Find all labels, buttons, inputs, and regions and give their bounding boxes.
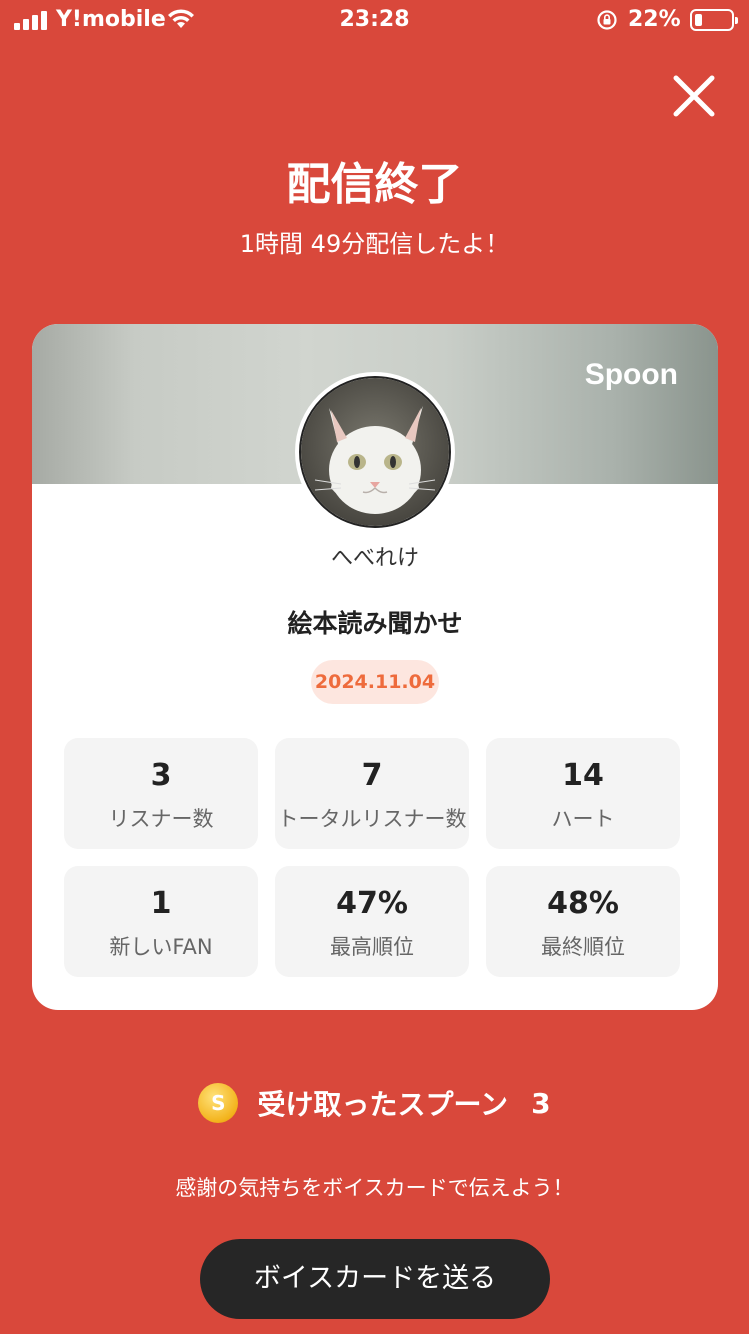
battery-icon — [690, 9, 738, 31]
stat-best-rank: 47% 最高順位 — [275, 866, 469, 977]
stat-label: ハート — [551, 807, 615, 831]
username: へべれけ — [330, 546, 419, 571]
stat-value: 3 — [150, 758, 172, 793]
brand-logo: Spoon — [584, 358, 678, 391]
stat-label: 最高順位 — [330, 935, 414, 959]
avatar — [295, 372, 455, 532]
stat-value: 47% — [336, 886, 408, 921]
stat-value: 14 — [562, 758, 604, 793]
status-bar: Y!mobile 23:28 22% — [0, 0, 749, 40]
stat-label: 新しいFAN — [109, 935, 213, 959]
received-spoons: S 受け取ったスプーン 3 — [0, 1083, 749, 1127]
stat-final-rank: 48% 最終順位 — [486, 866, 680, 977]
stat-listeners: 3 リスナー数 — [64, 738, 258, 849]
cat-avatar-image — [301, 378, 449, 526]
stats-grid: 3 リスナー数 7 トータルリスナー数 14 ハート 1 新しいFAN 47% … — [64, 738, 680, 977]
received-spoons-count: 3 — [531, 1086, 551, 1120]
stream-title: 絵本読み聞かせ — [287, 609, 463, 638]
spoon-coin-icon: S — [198, 1083, 239, 1123]
stat-hearts: 14 ハート — [486, 738, 680, 849]
date-badge: 2024.11.04 — [311, 660, 439, 704]
broadcast-duration: 1時間 49分配信したよ！ — [239, 230, 510, 258]
stat-label: リスナー数 — [108, 807, 214, 831]
close-icon — [673, 75, 715, 117]
rotation-lock-icon — [597, 10, 617, 30]
stat-value: 48% — [547, 886, 619, 921]
stat-value: 7 — [361, 758, 383, 793]
stat-total-listeners: 7 トータルリスナー数 — [275, 738, 469, 849]
page-title: 配信終了 — [286, 159, 463, 210]
received-spoons-label: 受け取ったスプーン — [257, 1088, 509, 1121]
stat-label: 最終順位 — [541, 935, 625, 959]
stat-value: 1 — [150, 886, 172, 921]
battery-percentage: 22% — [628, 7, 681, 32]
stat-label: トータルリスナー数 — [277, 807, 467, 831]
battery-level — [695, 14, 702, 26]
broadcast-summary-card: Spoon へべれけ 絵本読み聞かせ 2024.11.04 3 リスナー数 7 … — [32, 324, 718, 1010]
stat-new-fans: 1 新しいFAN — [64, 866, 258, 977]
thanks-message: 感謝の気持ちをボイスカードで伝えよう！ — [175, 1176, 574, 1200]
send-voice-card-button[interactable]: ボイスカードを送る — [200, 1239, 550, 1319]
close-button[interactable] — [664, 66, 724, 126]
